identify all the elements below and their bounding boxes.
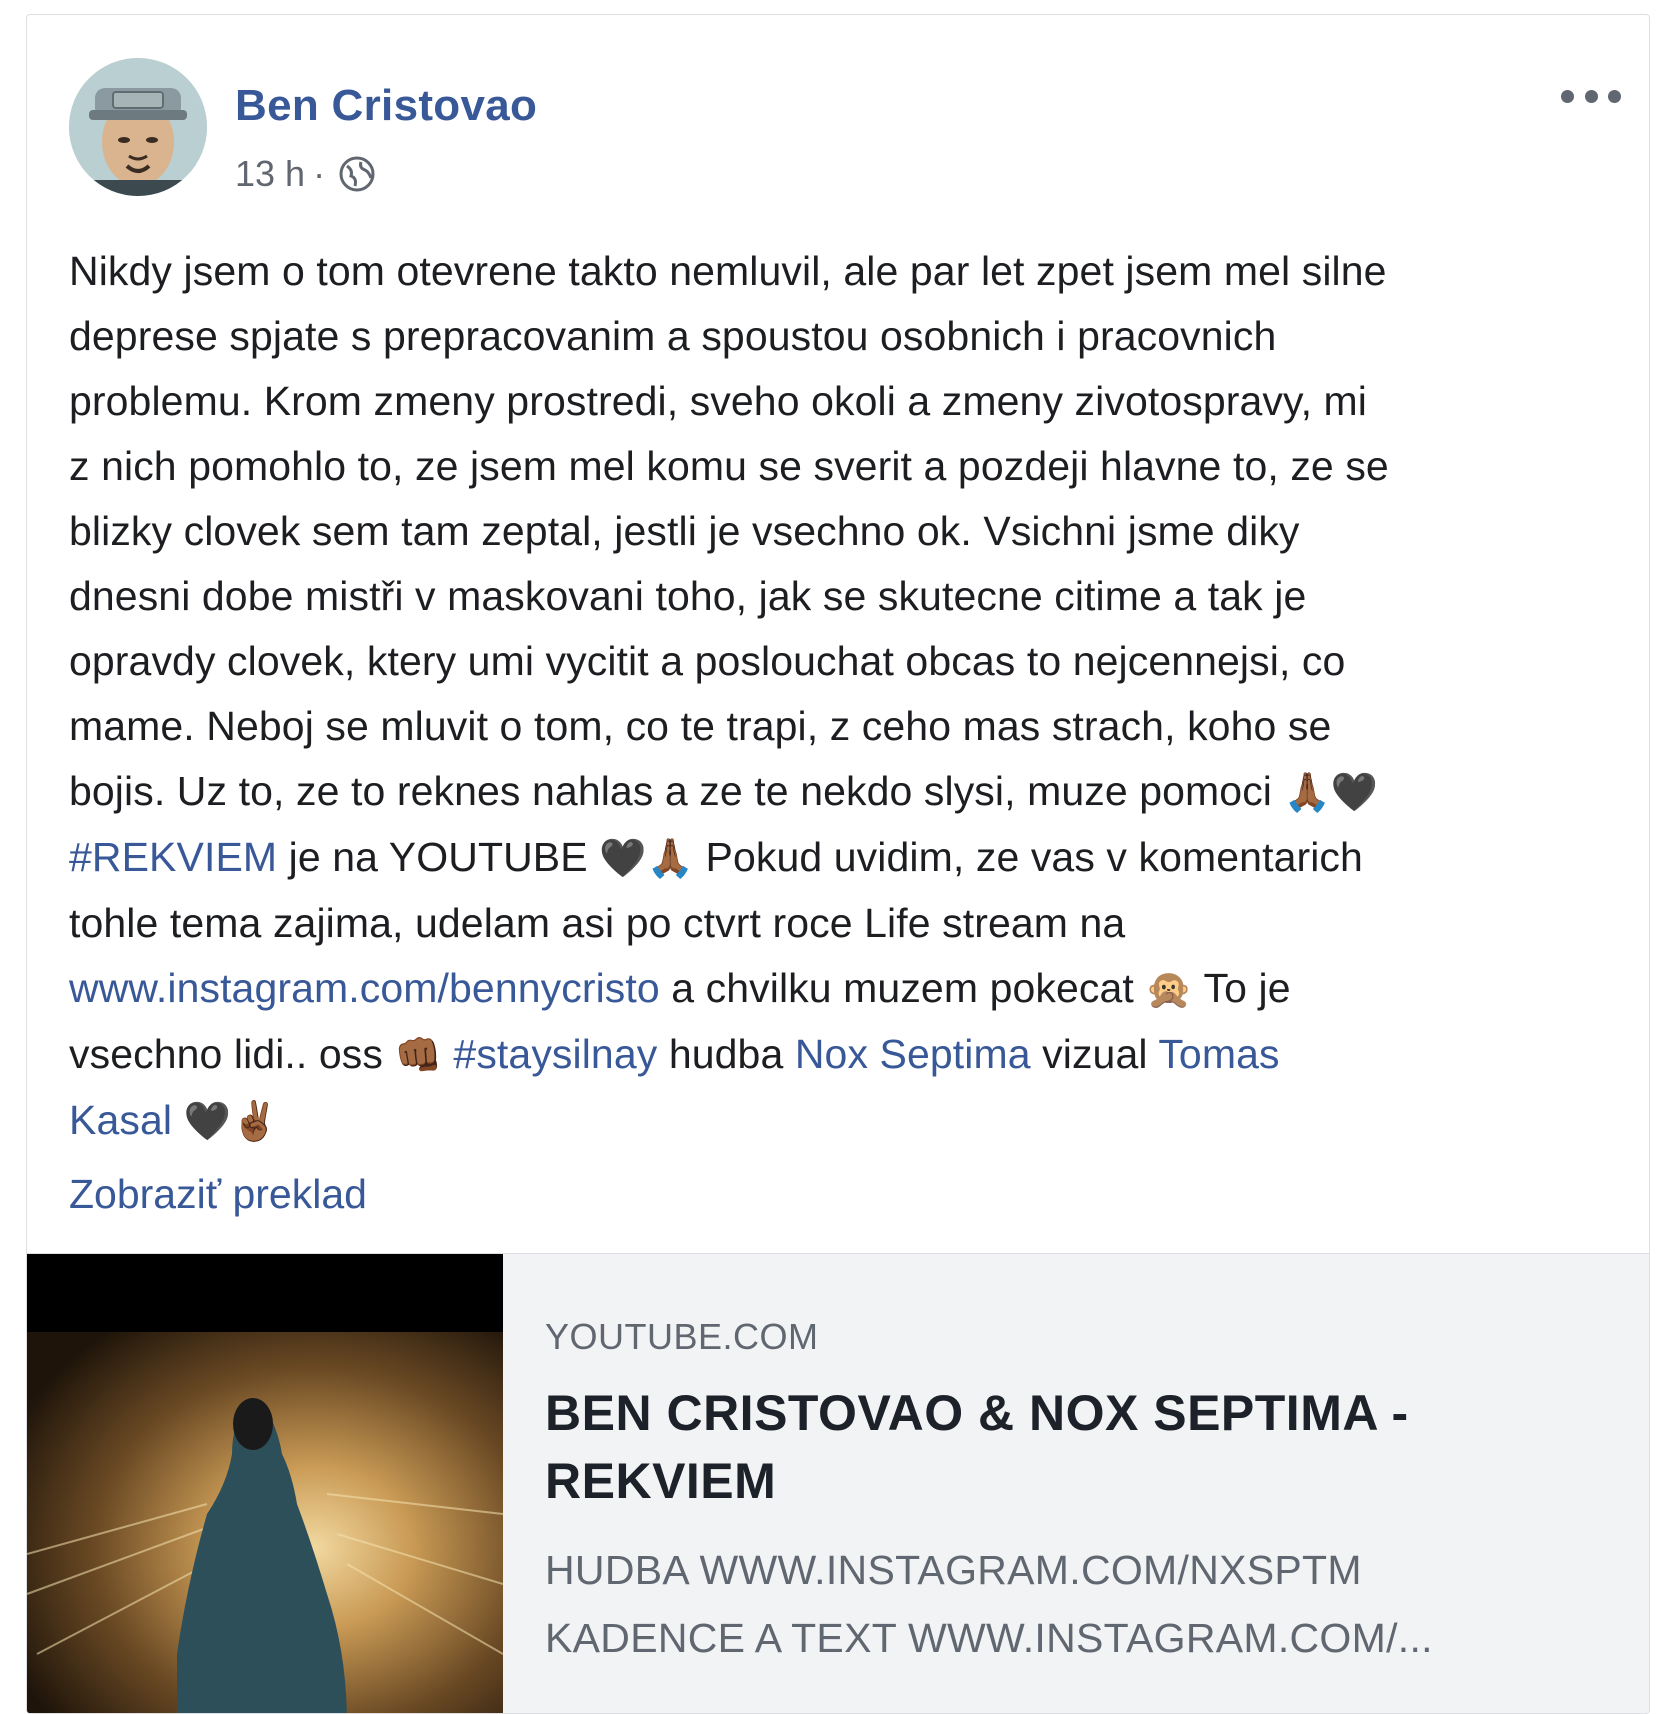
- fist-emoji-icon: 👊🏾: [394, 1033, 442, 1077]
- nox-septima-link[interactable]: Nox Septima: [795, 1031, 1031, 1077]
- video-thumbnail-image: [27, 1254, 503, 1713]
- text-fragment: je na YOUTUBE: [277, 834, 600, 880]
- link-preview-domain: YOUTUBE.COM: [545, 1316, 819, 1357]
- text-line: problemu. Krom zmeny prostredi, sveho ok…: [69, 378, 1368, 424]
- pray-emoji-icon: 🙏🏾: [646, 836, 695, 880]
- text-fragment: a chvilku muzem pokecat: [659, 965, 1146, 1011]
- text-fragment: hudba: [657, 1031, 795, 1077]
- text-line: mame. Neboj se mluvit o tom, co te trapi…: [69, 703, 1332, 749]
- more-options-icon[interactable]: [1561, 81, 1621, 111]
- post-card: Ben Cristovao 13 h · Nikdy jsem o tom ot…: [26, 14, 1650, 1714]
- text-line: www.instagram.com/bennycristo a chvilku …: [69, 956, 1629, 1022]
- more-dot: [1584, 89, 1598, 103]
- video-thumbnail[interactable]: [27, 1254, 503, 1713]
- tomas-kasal-link[interactable]: Tomas: [1158, 1031, 1279, 1077]
- post-text: Nikdy jsem o tom otevrene takto nemluvil…: [69, 239, 1629, 1154]
- peace-hand-emoji-icon: ✌🏾: [230, 1099, 279, 1143]
- globe-icon[interactable]: [337, 154, 377, 194]
- link-preview-title[interactable]: BEN CRISTOVAO & NOX SEPTIMA - REKVIEM: [545, 1379, 1605, 1515]
- post-header: Ben Cristovao 13 h ·: [27, 15, 1649, 215]
- text-line: bojis. Uz to, ze to reknes nahlas a ze t…: [69, 759, 1629, 825]
- see-translation-link[interactable]: Zobraziť preklad: [69, 1171, 367, 1218]
- text-line: #REKVIEM je na YOUTUBE 🖤🙏🏾 Pokud uvidim,…: [69, 825, 1629, 891]
- tomas-kasal-link[interactable]: Kasal: [69, 1097, 172, 1143]
- post-meta: 13 h ·: [235, 153, 377, 195]
- text-fragment: vsechno lidi.. oss: [69, 1031, 395, 1077]
- avatar-illustration: [69, 58, 207, 196]
- text-line: tohle tema zajima, udelam asi po ctvrt r…: [69, 900, 1126, 946]
- text-line: opravdy clovek, ktery umi vycitit a posl…: [69, 638, 1346, 684]
- link-preview-description: HUDBA WWW.INSTAGRAM.COM/NXSPTM KADENCE A…: [545, 1536, 1625, 1672]
- black-heart-emoji-icon: 🖤: [1330, 770, 1379, 814]
- text-line: Kasal 🖤✌🏾: [69, 1088, 1629, 1154]
- text-line: blizky clovek sem tam zeptal, jestli je …: [69, 508, 1300, 554]
- text-fragment: To je: [1192, 965, 1291, 1011]
- text-line: vsechno lidi.. oss 👊🏾 #staysilnay hudba …: [69, 1022, 1629, 1088]
- text-fragment: bojis. Uz to, ze to reknes nahlas a ze t…: [69, 768, 1284, 814]
- author-avatar[interactable]: [69, 58, 207, 196]
- author-name[interactable]: Ben Cristovao: [235, 81, 537, 131]
- link-preview-card[interactable]: YOUTUBE.COM BEN CRISTOVAO & NOX SEPTIMA …: [27, 1253, 1649, 1713]
- text-line: dnesni dobe mistři v maskovani toho, jak…: [69, 573, 1307, 619]
- black-heart-emoji-icon: 🖤: [599, 836, 647, 880]
- pray-emoji-icon: 🙏🏾: [1283, 770, 1331, 814]
- text-line: deprese spjate s prepracovanim a spousto…: [69, 313, 1277, 359]
- description-line: KADENCE A TEXT WWW.INSTAGRAM.COM/...: [545, 1615, 1433, 1661]
- text-line: z nich pomohlo to, ze jsem mel komu se s…: [69, 443, 1389, 489]
- black-heart-emoji-icon: 🖤: [183, 1099, 231, 1143]
- meta-separator: ·: [313, 153, 326, 194]
- instagram-link[interactable]: www.instagram.com/bennycristo: [69, 965, 660, 1011]
- post-time[interactable]: 13 h: [235, 153, 305, 195]
- description-line: HUDBA WWW.INSTAGRAM.COM/NXSPTM: [545, 1547, 1362, 1593]
- hashtag-staysilnay-link[interactable]: #staysilnay: [453, 1031, 657, 1077]
- speak-no-evil-monkey-emoji-icon: 🙊: [1145, 967, 1193, 1011]
- hashtag-rekviem-link[interactable]: #REKVIEM: [69, 834, 277, 880]
- more-dot: [1561, 89, 1574, 103]
- text-fragment: Pokud uvidim, ze vas v komentarich: [694, 834, 1363, 880]
- text-fragment: vizual: [1030, 1031, 1159, 1077]
- more-dot: [1608, 89, 1621, 103]
- text-line: Nikdy jsem o tom otevrene takto nemluvil…: [69, 248, 1387, 294]
